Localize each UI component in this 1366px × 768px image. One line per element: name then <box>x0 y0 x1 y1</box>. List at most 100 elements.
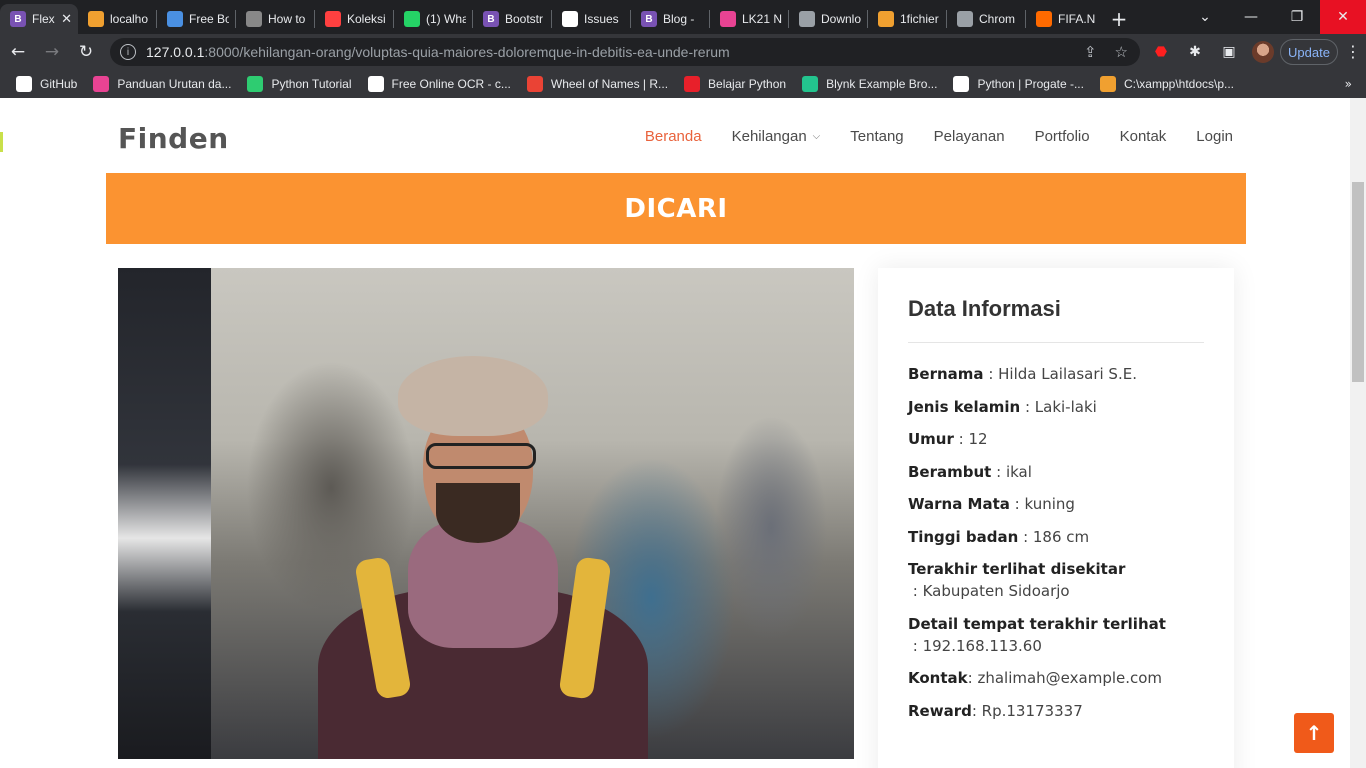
info-label: Umur <box>908 430 954 448</box>
bookmark-item[interactable]: Free Online OCR - c... <box>367 76 511 92</box>
browser-tab[interactable]: Issues <box>552 4 630 34</box>
browser-tab[interactable]: How to <box>236 4 314 34</box>
info-row: Reward: Rp.13173337 <box>908 700 1204 722</box>
browser-tab[interactable]: 1fichier <box>868 4 946 34</box>
site-info-icon[interactable]: i <box>120 44 136 60</box>
info-value: Rp.13173337 <box>981 701 1083 720</box>
browser-tab[interactable]: Free Bo <box>157 4 235 34</box>
site-logo[interactable]: Finden <box>118 122 229 155</box>
info-value: zhalimah@example.com <box>977 669 1163 687</box>
info-label: Terakhir terlihat disekitar <box>908 560 1126 578</box>
info-row: Bernama : Hilda Lailasari S.E. <box>908 363 1204 385</box>
extensions-puzzle-icon[interactable]: ✱ <box>1184 41 1206 63</box>
bookmark-item[interactable]: Python Tutorial <box>247 76 352 92</box>
close-window-button[interactable]: ✕ <box>1320 0 1366 34</box>
info-value: 12 <box>968 430 988 448</box>
browser-tab[interactable]: localho <box>78 4 156 34</box>
tab-title: Chrom <box>979 12 1016 26</box>
bookmark-favicon-icon <box>526 76 543 92</box>
new-tab-button[interactable]: + <box>1104 4 1134 34</box>
browser-tab[interactable]: Downlo <box>789 4 867 34</box>
tab-favicon-icon <box>878 11 894 27</box>
update-button[interactable]: Update <box>1280 39 1338 65</box>
info-separator: : <box>991 462 1006 481</box>
info-row: Kontak: zhalimah@example.com <box>908 667 1204 689</box>
tab-title: Free Bo <box>189 12 229 26</box>
browser-tab[interactable]: B Bootstr <box>473 4 551 34</box>
tab-title: Downlo <box>821 12 861 26</box>
nav-item-kontak[interactable]: Kontak <box>1120 128 1167 145</box>
wanted-banner: DICARI <box>106 173 1246 244</box>
tab-favicon-icon: B <box>483 11 499 27</box>
browser-tab[interactable]: (1) Wha <box>394 4 472 34</box>
page-scrollbar[interactable] <box>1350 98 1366 768</box>
tab-title: LK21 N <box>742 12 782 26</box>
nav-item-pelayanan[interactable]: Pelayanan <box>934 128 1005 145</box>
info-label: Detail tempat terakhir terlihat <box>908 614 1166 633</box>
bookmark-item[interactable]: Blynk Example Bro... <box>802 76 937 92</box>
browser-tab[interactable]: LK21 N <box>710 4 788 34</box>
bookmark-label: Python Tutorial <box>271 77 352 91</box>
nav-item-tentang[interactable]: Tentang <box>850 128 903 145</box>
bookmark-label: Panduan Urutan da... <box>117 77 232 91</box>
nav-item-login[interactable]: Login <box>1196 128 1233 145</box>
browser-toolbar: ← → ↻ i 127.0.0.1:8000/kehilangan-orang/… <box>0 34 1366 70</box>
browser-tab[interactable]: B Flex ✕ <box>0 4 78 34</box>
bookmark-label: Python | Progate -... <box>977 77 1084 91</box>
bookmark-favicon-icon <box>684 76 701 92</box>
info-row: Umur : 12 <box>908 428 1204 450</box>
url-host: 127.0.0.1 <box>146 44 205 60</box>
tab-title: 1fichier <box>900 12 939 26</box>
bookmark-favicon-icon <box>16 76 32 92</box>
back-button[interactable]: ← <box>2 38 34 66</box>
nav-item-portfolio[interactable]: Portfolio <box>1035 128 1090 145</box>
info-value: Laki-laki <box>1034 397 1097 416</box>
info-label: Bernama <box>908 365 984 383</box>
bookmarks-overflow-icon[interactable]: » <box>1345 77 1352 91</box>
browser-tab[interactable]: Chrom <box>947 4 1025 34</box>
tab-favicon-icon <box>167 11 183 27</box>
browser-tab[interactable]: FIFA.N <box>1026 4 1104 34</box>
info-separator: : <box>908 582 923 600</box>
bookmark-favicon-icon <box>247 76 264 92</box>
info-value: kuning <box>1024 495 1075 513</box>
chevron-down-icon: ⌵ <box>812 131 821 142</box>
nav-item-label: Beranda <box>644 128 702 145</box>
tab-favicon-icon: B <box>641 11 657 27</box>
info-separator: : <box>971 701 982 720</box>
bookmark-item[interactable]: Panduan Urutan da... <box>93 76 231 92</box>
tab-favicon-icon <box>246 11 262 27</box>
info-label: Tinggi badan <box>908 527 1019 546</box>
minimize-button[interactable]: — <box>1228 0 1274 34</box>
side-panel-icon[interactable]: ▣ <box>1218 41 1240 63</box>
nav-item-kehilangan[interactable]: Kehilangan ⌵ <box>732 128 821 145</box>
bookmark-label: C:\xampp\htdocs\p... <box>1123 77 1235 91</box>
bookmark-item[interactable]: Python | Progate -... <box>953 76 1084 92</box>
bookmark-item[interactable]: Wheel of Names | R... <box>526 76 668 92</box>
tab-favicon-icon <box>1036 11 1052 27</box>
tab-search-icon[interactable]: ⌄ <box>1182 0 1228 34</box>
forward-button[interactable]: → <box>36 38 68 66</box>
reload-button[interactable]: ↻ <box>70 38 102 66</box>
browser-tab[interactable]: B Blog - <box>631 4 709 34</box>
address-bar[interactable]: i 127.0.0.1:8000/kehilangan-orang/volupt… <box>110 38 1140 66</box>
share-icon[interactable]: ⇪ <box>1084 43 1097 61</box>
tab-favicon-icon <box>325 11 341 27</box>
bookmark-item[interactable]: Belajar Python <box>684 76 786 92</box>
info-value: 192.168.113.60 <box>922 636 1042 655</box>
extension-shield-icon[interactable]: ⬣ <box>1150 41 1172 63</box>
nav-item-beranda[interactable]: Beranda <box>645 128 702 145</box>
bookmark-favicon-icon <box>802 76 819 92</box>
profile-avatar[interactable] <box>1252 41 1274 63</box>
browser-tab[interactable]: Koleksi <box>315 4 393 34</box>
info-separator: : <box>908 636 923 655</box>
restore-button[interactable]: ❐ <box>1274 0 1320 34</box>
info-label: Berambut <box>908 462 992 481</box>
bookmark-star-icon[interactable]: ☆ <box>1115 43 1128 61</box>
menu-kebab-icon[interactable]: ⋮ <box>1345 42 1361 61</box>
bookmark-item[interactable]: GitHub <box>16 76 77 92</box>
tab-close-icon[interactable]: ✕ <box>55 11 72 27</box>
bookmark-item[interactable]: C:\xampp\htdocs\p... <box>1099 76 1235 92</box>
site-header: Finden Beranda Kehilangan ⌵ Tentang Pelayana… <box>0 98 1350 173</box>
back-to-top-button[interactable]: ↑ <box>1294 713 1334 753</box>
